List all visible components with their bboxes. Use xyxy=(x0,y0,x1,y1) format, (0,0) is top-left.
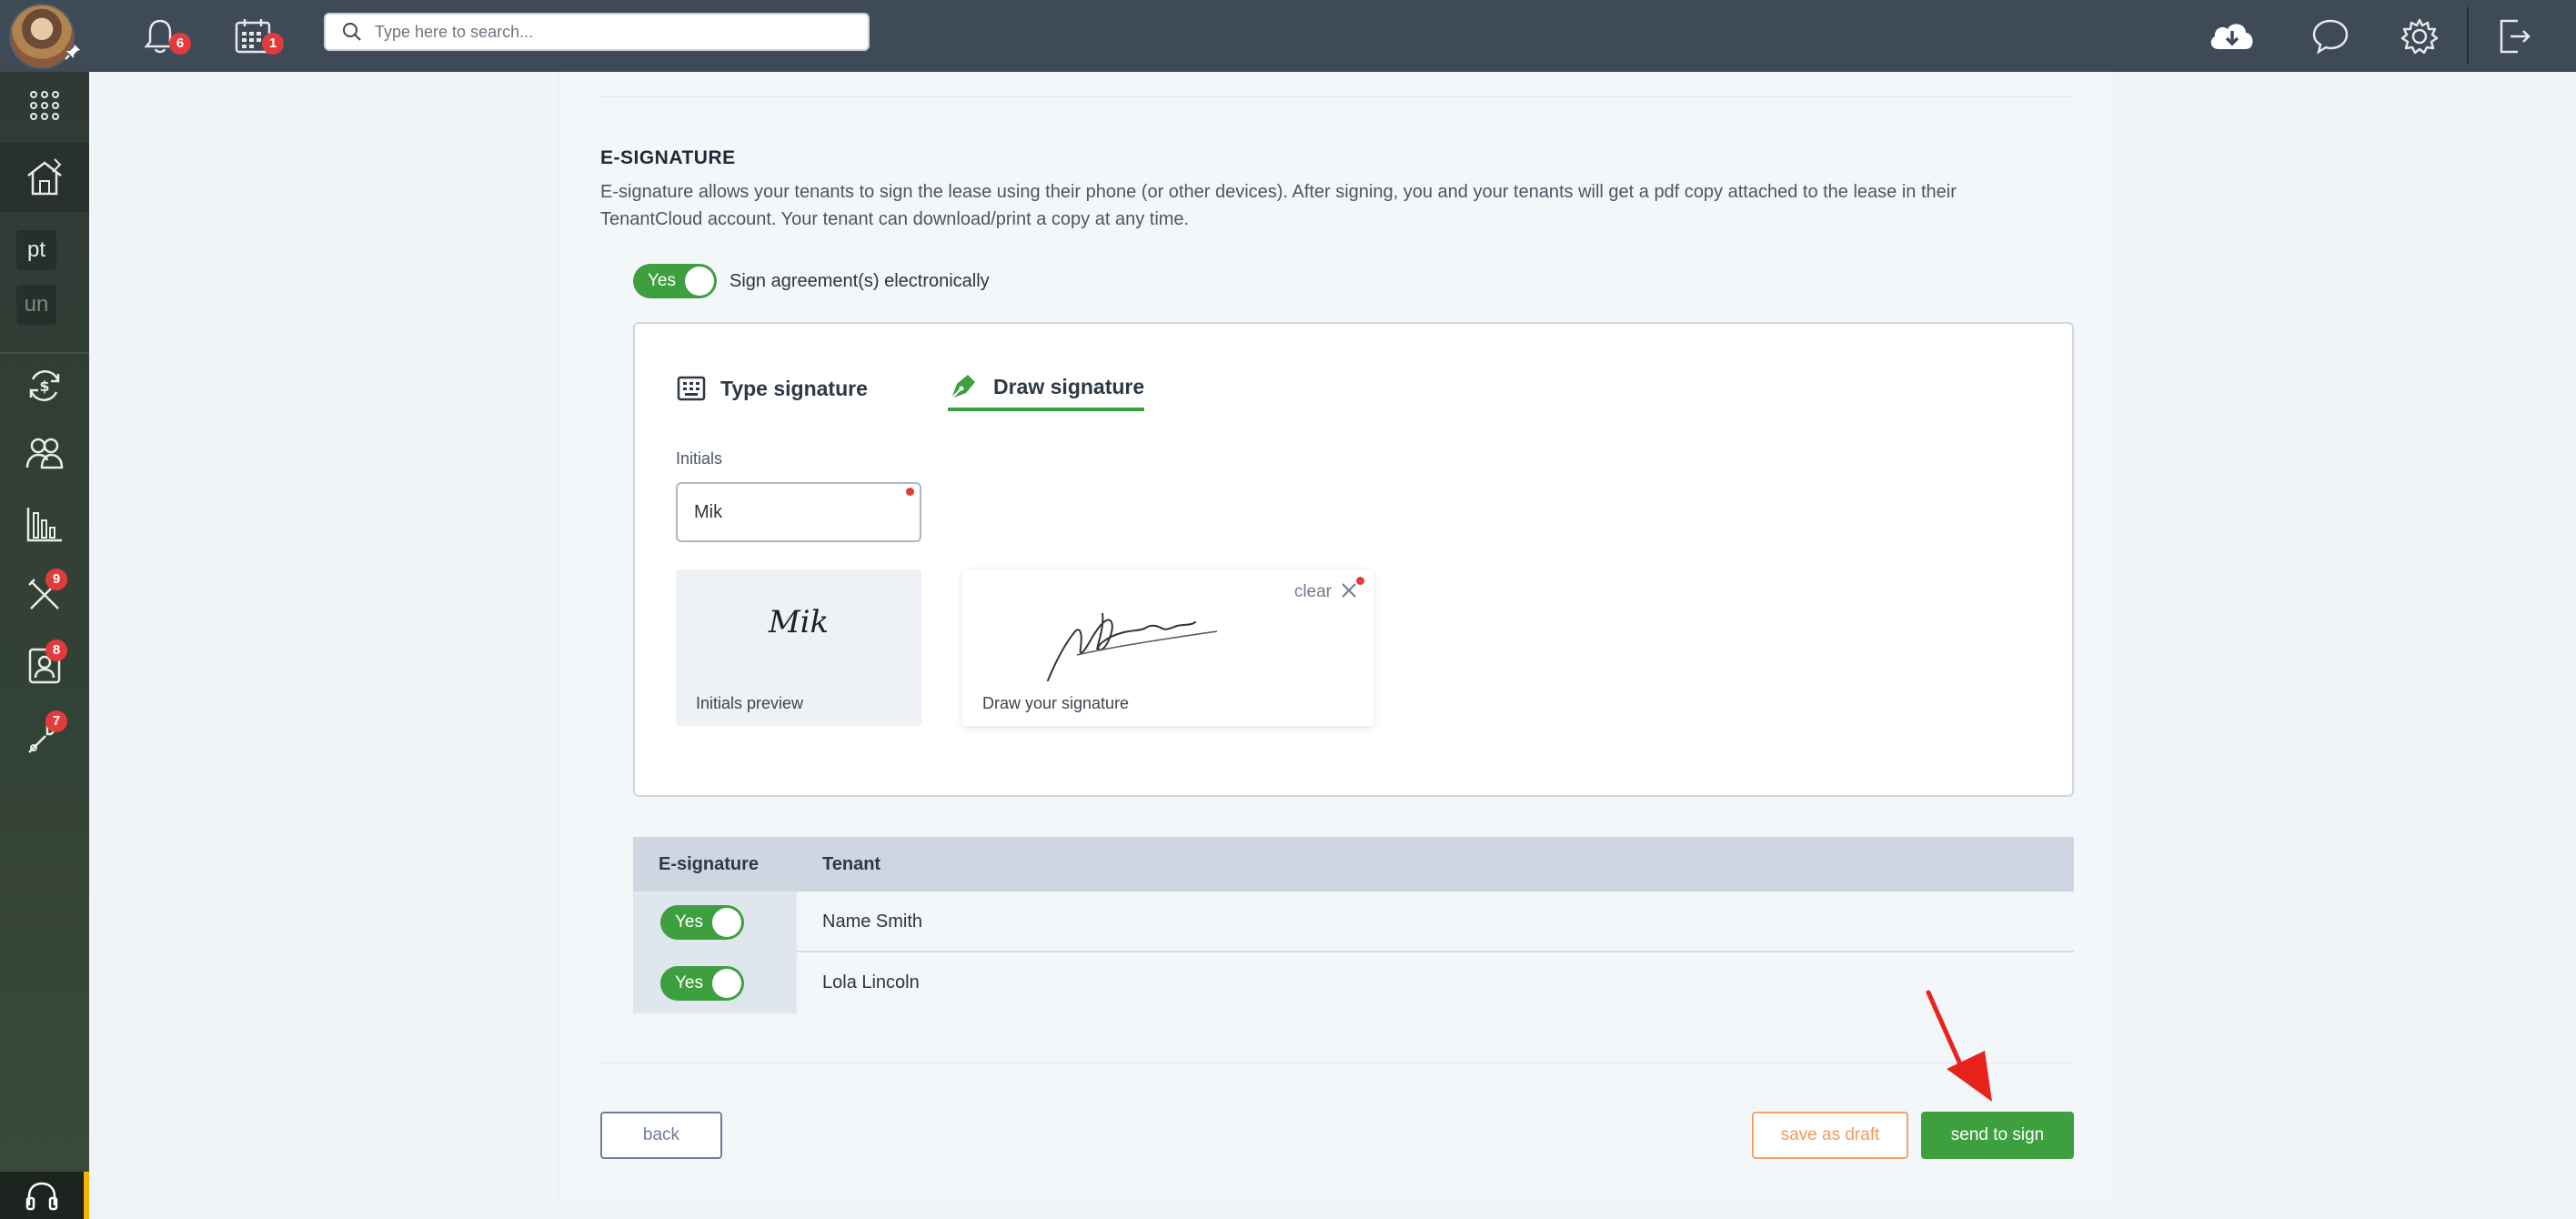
sidebar: pt un $ 9 8 7 xyxy=(0,72,89,1219)
signature-panel: Type signature Draw signature Initials M… xyxy=(633,322,2074,797)
sidebar-item-applications[interactable]: 8 xyxy=(0,632,89,700)
tools-badge: 7 xyxy=(45,710,67,732)
column-header-tenant: Tenant xyxy=(822,853,881,874)
sidebar-item-maintenance[interactable]: 9 xyxy=(0,561,89,629)
help-support-button[interactable] xyxy=(0,1172,89,1219)
tenant-name: Name Smith xyxy=(822,912,923,932)
tenant-esignature-toggle[interactable]: Yes xyxy=(660,965,744,1001)
logout-button[interactable] xyxy=(2487,9,2541,64)
save-as-draft-button[interactable]: save as draft xyxy=(1752,1112,1908,1159)
column-header-esignature: E-signature xyxy=(659,853,760,874)
toggle-label: Yes xyxy=(675,972,703,992)
search-bar[interactable] xyxy=(324,13,870,51)
initials-preview-caption: Initials preview xyxy=(696,694,804,712)
tenants-esignature-table: E-signature Tenant Yes Name Smith Yes Lo… xyxy=(633,837,2074,1013)
draw-signature-caption: Draw your signature xyxy=(982,694,1130,712)
initials-input[interactable] xyxy=(676,482,921,542)
logout-icon xyxy=(2500,19,2531,54)
sidebar-property-un[interactable]: un xyxy=(16,285,56,325)
section-divider xyxy=(600,96,2074,97)
sidebar-item-people[interactable] xyxy=(0,419,89,487)
search-icon xyxy=(343,23,361,41)
messages-button[interactable] xyxy=(2303,9,2358,64)
esignature-cell: Yes xyxy=(633,952,797,1013)
pin-icon[interactable] xyxy=(64,44,82,62)
esignature-cell: Yes xyxy=(633,892,797,952)
signature-draw-pad[interactable]: clear Draw your signature xyxy=(962,569,1374,726)
top-bar: 6 1 xyxy=(0,0,2576,72)
sidebar-property-pt[interactable]: pt xyxy=(16,230,56,270)
tenant-name: Lola Lincoln xyxy=(822,972,920,992)
pen-nib-icon xyxy=(948,371,979,402)
tab-type-signature-label: Type signature xyxy=(720,376,868,400)
people-icon xyxy=(25,438,64,469)
sign-electronically-label: Sign agreement(s) electronically xyxy=(730,270,990,291)
back-button[interactable]: back xyxy=(600,1112,722,1159)
signature-required-indicator xyxy=(1356,577,1364,585)
tab-type-signature[interactable]: Type signature xyxy=(677,366,868,411)
notifications-badge: 6 xyxy=(169,33,191,55)
dollar-cycle-icon: $ xyxy=(29,370,60,401)
clear-label: clear xyxy=(1293,582,1332,601)
maintenance-badge: 9 xyxy=(45,569,67,590)
sidebar-item-properties[interactable] xyxy=(0,143,89,212)
toggle-label: Yes xyxy=(648,271,676,290)
initials-label: Initials xyxy=(676,449,723,468)
keyboard-icon xyxy=(677,376,706,401)
grid-icon xyxy=(30,91,59,120)
tenant-esignature-toggle[interactable]: Yes xyxy=(660,904,744,940)
calendar-badge: 1 xyxy=(262,33,284,55)
cloud-download-icon xyxy=(2210,24,2253,49)
chat-icon xyxy=(2312,19,2349,55)
sidebar-item-apps[interactable] xyxy=(0,72,89,139)
toggle-knob xyxy=(685,267,714,296)
toggle-knob xyxy=(712,968,741,998)
house-icon xyxy=(27,158,62,196)
applications-badge: 8 xyxy=(45,640,67,661)
topbar-divider xyxy=(2467,7,2469,64)
tab-draw-signature[interactable]: Draw signature xyxy=(948,366,1145,411)
bar-chart-icon xyxy=(26,508,62,542)
drawn-signature xyxy=(1047,612,1218,681)
sign-electronically-toggle[interactable]: Yes xyxy=(633,264,717,298)
settings-button[interactable] xyxy=(2392,9,2447,64)
gear-icon xyxy=(2400,18,2439,55)
download-button[interactable] xyxy=(2205,9,2259,64)
close-icon xyxy=(1341,580,1357,604)
table-row: Yes Lola Lincoln xyxy=(633,952,2074,1013)
table-row: Yes Name Smith xyxy=(633,892,2074,952)
esignature-title: E-SIGNATURE xyxy=(600,147,736,168)
sign-electronically-row: Yes Sign agreement(s) electronically xyxy=(633,264,990,298)
notifications-bell-button[interactable]: 6 xyxy=(133,9,191,64)
initials-preview-text: Mik xyxy=(768,604,830,640)
search-input[interactable] xyxy=(375,22,848,42)
red-arrow-annotation xyxy=(1926,990,1992,1102)
initials-required-indicator xyxy=(906,488,914,496)
sidebar-item-accounting[interactable]: $ xyxy=(0,352,89,419)
initials-preview: Mik Initials preview xyxy=(676,569,921,726)
calendar-button[interactable]: 1 xyxy=(226,9,284,64)
clear-signature-button[interactable]: clear xyxy=(1294,580,1357,604)
sidebar-item-tools[interactable]: 7 xyxy=(0,703,89,771)
svg-text:$: $ xyxy=(39,378,49,395)
esignature-description: E-signature allows your tenants to sign … xyxy=(600,182,1957,229)
headset-icon xyxy=(25,1182,58,1211)
sidebar-item-reports[interactable] xyxy=(0,490,89,558)
send-to-sign-button[interactable]: send to sign xyxy=(1921,1112,2074,1159)
tab-draw-signature-label: Draw signature xyxy=(993,374,1145,398)
table-header: E-signature Tenant xyxy=(633,837,2074,892)
toggle-label: Yes xyxy=(675,912,703,932)
toggle-knob xyxy=(712,907,741,937)
